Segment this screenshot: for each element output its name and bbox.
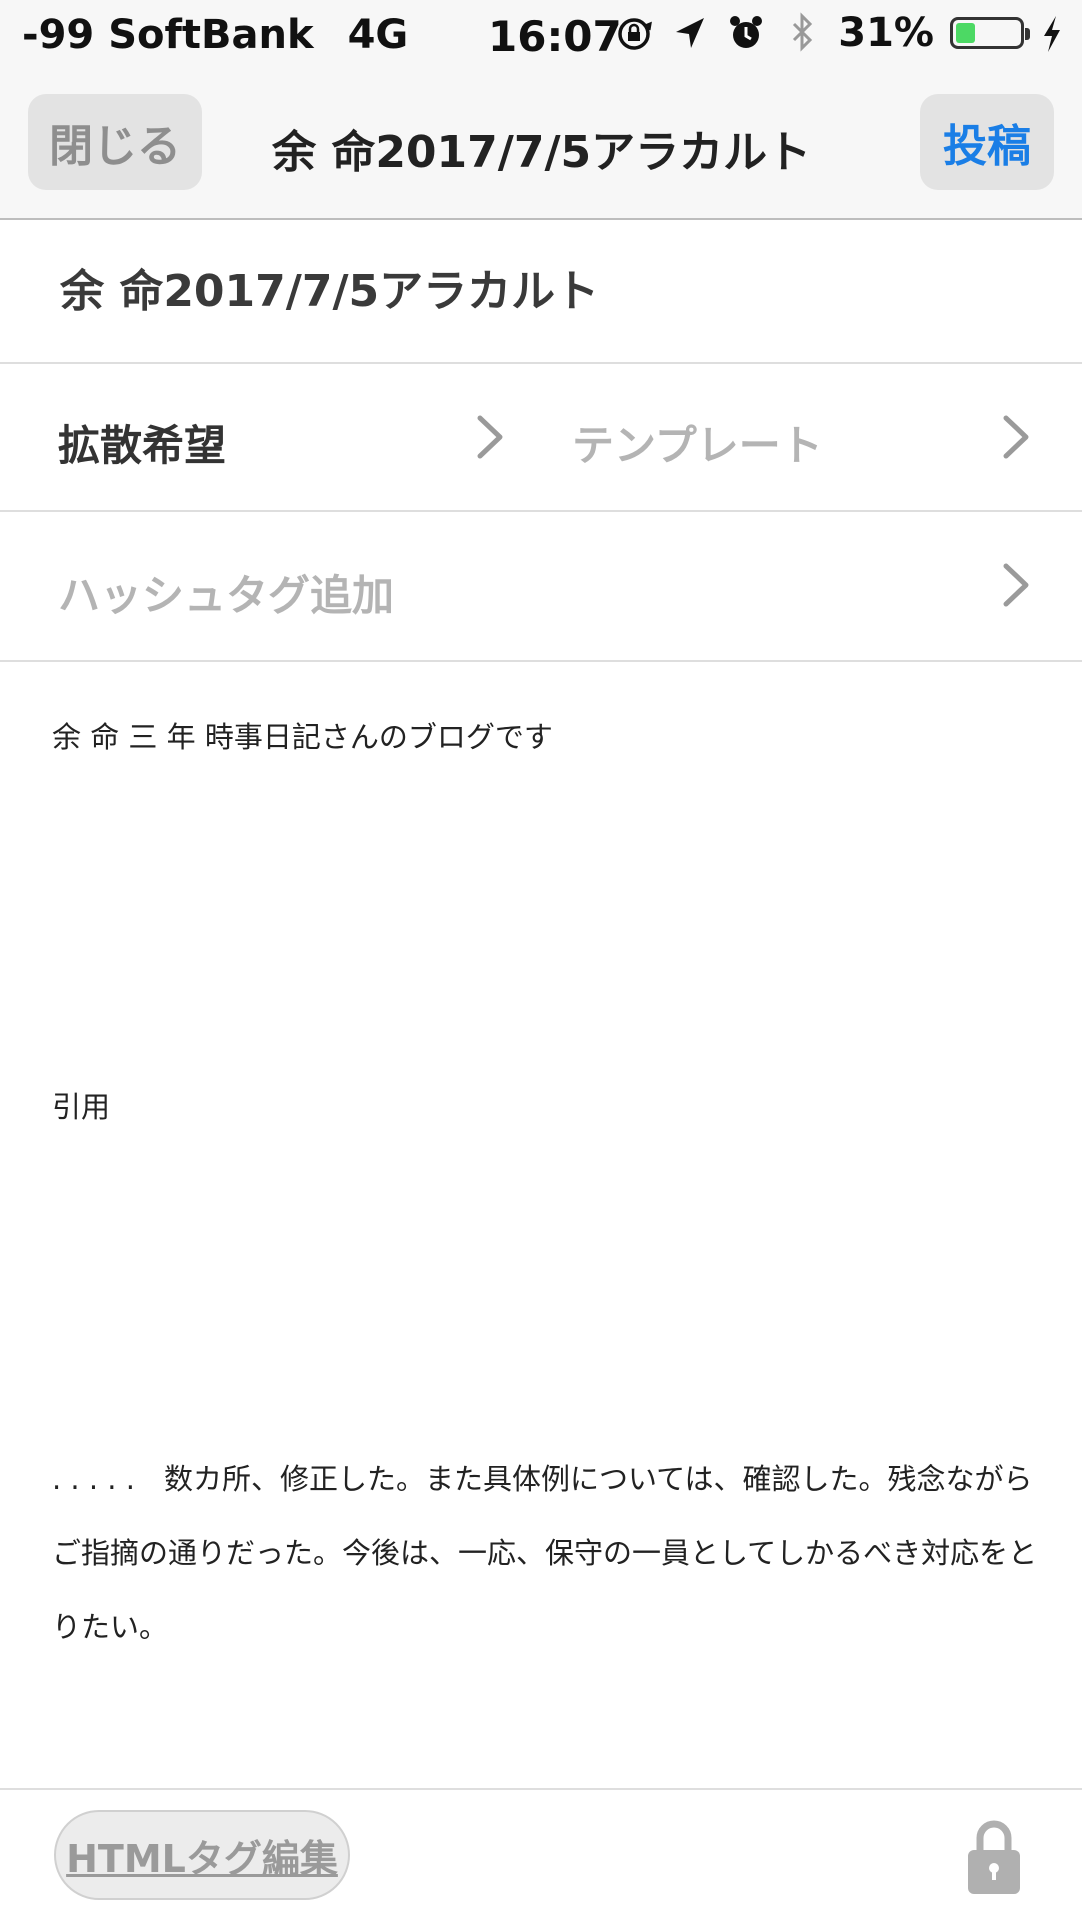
body-paragraph: . . . . . 数カ所、修正した。また具体例については、確認した。残念ながら… xyxy=(52,1462,1038,1644)
network-type: 4G xyxy=(347,12,409,58)
title-input[interactable] xyxy=(58,260,1022,313)
spread-label: 拡散希望 xyxy=(58,421,227,470)
status-icons: 31% xyxy=(614,10,1064,56)
spread-option[interactable]: 拡散希望 xyxy=(0,364,530,510)
carrier-info: -99 SoftBank 4G xyxy=(22,12,408,58)
title-row xyxy=(0,220,1082,364)
post-button[interactable]: 投稿 xyxy=(920,94,1054,190)
charging-bolt-icon xyxy=(1044,16,1060,52)
chevron-right-icon xyxy=(1003,415,1029,459)
chevron-right-icon xyxy=(1003,563,1029,607)
clock: 16:07 xyxy=(488,12,622,61)
lock-icon[interactable] xyxy=(964,1816,1024,1896)
alarm-icon xyxy=(730,16,763,48)
options-row: 拡散希望 テンプレート xyxy=(0,364,1082,512)
chevron-right-icon xyxy=(477,415,503,459)
battery-level xyxy=(956,23,976,43)
bluetooth-icon xyxy=(793,12,813,52)
location-arrow-icon xyxy=(676,18,705,48)
battery-icon xyxy=(950,17,1030,49)
template-option[interactable]: テンプレート xyxy=(530,364,1082,510)
hashtag-placeholder: ハッシュタグ追加 xyxy=(58,571,395,620)
html-edit-button[interactable]: HTMLタグ編集 xyxy=(54,1810,350,1900)
body-editor[interactable]: 余 命 三 年 時事日記さんのブログです 引用 . . . . . 数カ所、修正… xyxy=(0,662,1082,1788)
body-paragraph: 余 命 三 年 時事日記さんのブログです xyxy=(52,720,553,754)
close-button[interactable]: 閉じる xyxy=(28,94,202,190)
navigation-bar: 閉じる 余 命2017/7/5アラカルト 投稿 xyxy=(0,70,1082,220)
bottom-toolbar: HTMLタグ編集 xyxy=(0,1788,1082,1922)
page-title: 余 命2017/7/5アラカルト xyxy=(272,127,812,178)
hashtag-row[interactable]: ハッシュタグ追加 xyxy=(0,512,1082,662)
status-bar: -99 SoftBank 4G 16:07 31% xyxy=(0,0,1082,70)
carrier-name: -99 SoftBank xyxy=(22,12,314,58)
template-placeholder: テンプレート xyxy=(572,421,823,470)
battery-percent: 31% xyxy=(838,10,934,56)
orientation-lock-icon xyxy=(618,18,653,50)
body-paragraph: 引用 xyxy=(52,1090,111,1124)
